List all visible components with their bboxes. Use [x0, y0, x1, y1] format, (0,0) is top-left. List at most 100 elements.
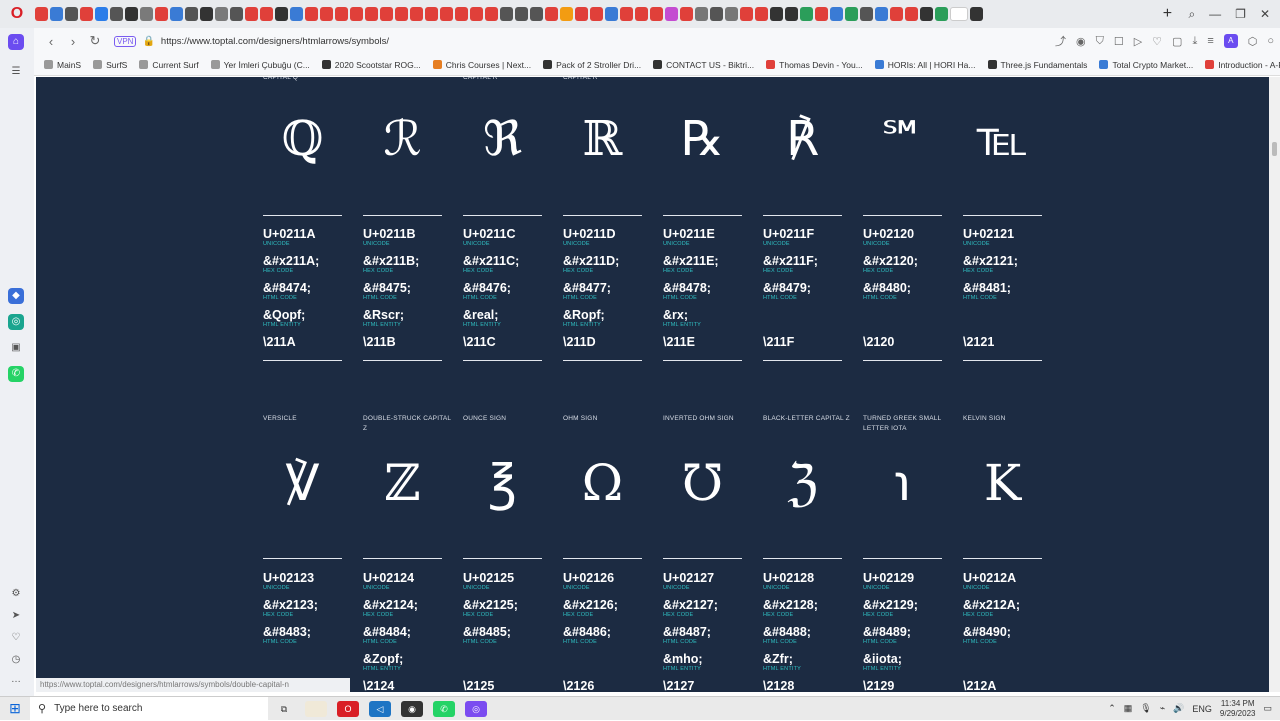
code-hex[interactable]: &#x211F; HEX CODE — [763, 254, 853, 274]
browser-tab[interactable] — [620, 7, 633, 21]
volume-icon[interactable]: 🔊 — [1173, 703, 1184, 714]
browser-tab[interactable] — [650, 7, 663, 21]
symbol-card[interactable]: ℟ U+0211F UNICODE &#x211F; HEX CODE &#8479; HT… — [763, 77, 842, 373]
code-css[interactable]: \212A — [963, 679, 1053, 692]
browser-tab[interactable] — [935, 7, 948, 21]
code-unicode[interactable]: U+02123 UNICODE — [263, 571, 353, 591]
browser-tab[interactable] — [65, 7, 78, 21]
share-icon[interactable]: ⤴ — [1055, 33, 1066, 49]
code-html[interactable]: &#8488; HTML CODE — [763, 625, 853, 645]
code-html[interactable]: &#8489; HTML CODE — [863, 625, 953, 645]
scroll-thumb[interactable] — [1272, 142, 1277, 156]
browser-tab[interactable] — [425, 7, 438, 21]
browser-tab[interactable] — [125, 7, 138, 21]
history-icon[interactable]: ◷ — [8, 652, 24, 668]
code-entity[interactable]: &Rscr; HTML ENTITY — [363, 308, 453, 328]
bookmark-item[interactable]: Current Surf — [139, 60, 199, 70]
browser-tab[interactable] — [605, 7, 618, 21]
browser-tab[interactable] — [815, 7, 828, 21]
symbol-card[interactable]: OUNCE SIGN ℥ U+02125 UNICODE &#x2125; HEX COD… — [463, 414, 542, 692]
symbol-card[interactable]: ℛ U+0211B UNICODE &#x211B; HEX CODE &#8475; HT… — [363, 77, 442, 373]
browser-tab[interactable] — [785, 7, 798, 21]
code-unicode[interactable]: U+02126 UNICODE — [563, 571, 653, 591]
code-unicode[interactable]: U+0211B UNICODE — [363, 227, 453, 247]
code-html[interactable]: &#8477; HTML CODE — [563, 281, 653, 301]
code-unicode[interactable]: U+0211D UNICODE — [563, 227, 653, 247]
code-hex[interactable]: &#x2121; HEX CODE — [963, 254, 1053, 274]
notifications-icon[interactable]: ▭ — [1263, 703, 1272, 714]
code-hex[interactable]: &#x2125; HEX CODE — [463, 598, 553, 618]
browser-tab[interactable] — [530, 7, 543, 21]
browser-tab[interactable] — [665, 7, 678, 21]
code-hex[interactable]: &#x2123; HEX CODE — [263, 598, 353, 618]
code-unicode[interactable]: U+0211A UNICODE — [263, 227, 353, 247]
code-unicode[interactable]: U+02128 UNICODE — [763, 571, 853, 591]
symbol-card[interactable]: ℡ U+02121 UNICODE &#x2121; HEX CODE &#8481; HT… — [963, 77, 1042, 373]
taskbar-search[interactable]: ⚲ Type here to search — [30, 696, 268, 721]
back-icon[interactable]: ‹ — [40, 34, 62, 49]
code-css[interactable]: \2125 — [463, 679, 553, 692]
browser-tab[interactable] — [350, 7, 363, 21]
code-hex[interactable]: &#x211B; HEX CODE — [363, 254, 453, 274]
bookmark-item[interactable]: Thomas Devin - You... — [766, 60, 863, 70]
code-entity[interactable]: &Zopf; HTML ENTITY — [363, 652, 453, 672]
heart-icon[interactable]: ♡ — [1152, 35, 1162, 48]
symbol-card[interactable]: CAPITAL Q ℚ U+0211A UNICODE &#x211A; HEX CODE… — [263, 77, 342, 373]
bookmark-item[interactable]: MainS — [44, 60, 81, 70]
bookmark-item[interactable]: Total Crypto Market... — [1099, 60, 1193, 70]
task-view-icon[interactable]: ⧉ — [273, 701, 295, 717]
browser-tab[interactable] — [470, 7, 483, 21]
browser-tab[interactable] — [290, 7, 303, 21]
language-indicator[interactable]: ENG — [1192, 704, 1212, 714]
browser-tab[interactable] — [830, 7, 843, 21]
browser-tab[interactable] — [110, 7, 123, 21]
code-unicode[interactable]: U+02120 UNICODE — [863, 227, 953, 247]
bookmark-item[interactable]: CONTACT US - Biktri... — [653, 60, 754, 70]
code-unicode[interactable]: U+0211E UNICODE — [663, 227, 753, 247]
browser-tab[interactable] — [275, 7, 288, 21]
browser-tab[interactable] — [185, 7, 198, 21]
browser-tab[interactable] — [860, 7, 873, 21]
browser-tab[interactable] — [695, 7, 708, 21]
browser-tab[interactable] — [155, 7, 168, 21]
browser-tab[interactable] — [80, 7, 93, 21]
symbol-card[interactable]: CAPITAL R ℜ U+0211C UNICODE &#x211C; HEX CODE… — [463, 77, 542, 373]
browser-tab[interactable] — [35, 7, 48, 21]
chatgpt-icon[interactable]: ◎ — [8, 314, 24, 330]
browser-tab[interactable] — [575, 7, 588, 21]
bookmark-item[interactable]: 2020 Scootstar ROG... — [321, 60, 421, 70]
code-html[interactable]: &#8475; HTML CODE — [363, 281, 453, 301]
code-hex[interactable]: &#x2129; HEX CODE — [863, 598, 953, 618]
code-hex[interactable]: &#x211E; HEX CODE — [663, 254, 753, 274]
bookmark-item[interactable]: Chris Courses | Next... — [432, 60, 531, 70]
play-icon[interactable]: ▷ — [1134, 35, 1142, 48]
code-css[interactable]: \2126 — [563, 679, 653, 692]
code-entity[interactable]: &Ropf; HTML ENTITY — [563, 308, 653, 328]
bookmark-item[interactable]: Pack of 2 Stroller Dri... — [543, 60, 641, 70]
code-hex[interactable]: &#x211D; HEX CODE — [563, 254, 653, 274]
code-unicode[interactable]: U+0211C UNICODE — [463, 227, 553, 247]
browser-tab[interactable] — [215, 7, 228, 21]
browser-tab[interactable] — [680, 7, 693, 21]
symbol-card[interactable]: BLACK-LETTER CAPITAL Z ℨ U+02128 UNICODE &#x… — [763, 414, 850, 692]
code-unicode[interactable]: U+02127 UNICODE — [663, 571, 753, 591]
code-entity[interactable]: &Qopf; HTML ENTITY — [263, 308, 353, 328]
code-html[interactable]: &#8490; HTML CODE — [963, 625, 1053, 645]
browser-tab[interactable] — [410, 7, 423, 21]
browser-tab[interactable] — [260, 7, 273, 21]
forward-icon[interactable]: › — [62, 34, 84, 49]
extensions-icon[interactable]: ⬡ — [1248, 35, 1258, 48]
code-html[interactable]: &#8487; HTML CODE — [663, 625, 753, 645]
symbol-card[interactable]: ℞ U+0211E UNICODE &#x211E; HEX CODE &#8478; HT… — [663, 77, 742, 373]
code-css[interactable]: \211D — [563, 335, 653, 349]
reload-icon[interactable]: ↻ — [84, 33, 106, 49]
bookmark-item[interactable]: Yer İmleri Çubuğu (C... — [210, 60, 310, 70]
code-html[interactable]: &#8486; HTML CODE — [563, 625, 653, 645]
chrome-icon[interactable]: ◉ — [401, 700, 423, 717]
browser-tab[interactable] — [395, 7, 408, 21]
browser-tab[interactable] — [905, 7, 918, 21]
code-css[interactable]: \211E — [663, 335, 753, 349]
code-css[interactable]: \2121 — [963, 335, 1053, 349]
code-hex[interactable]: &#x211C; HEX CODE — [463, 254, 553, 274]
browser-tab[interactable] — [365, 7, 378, 21]
